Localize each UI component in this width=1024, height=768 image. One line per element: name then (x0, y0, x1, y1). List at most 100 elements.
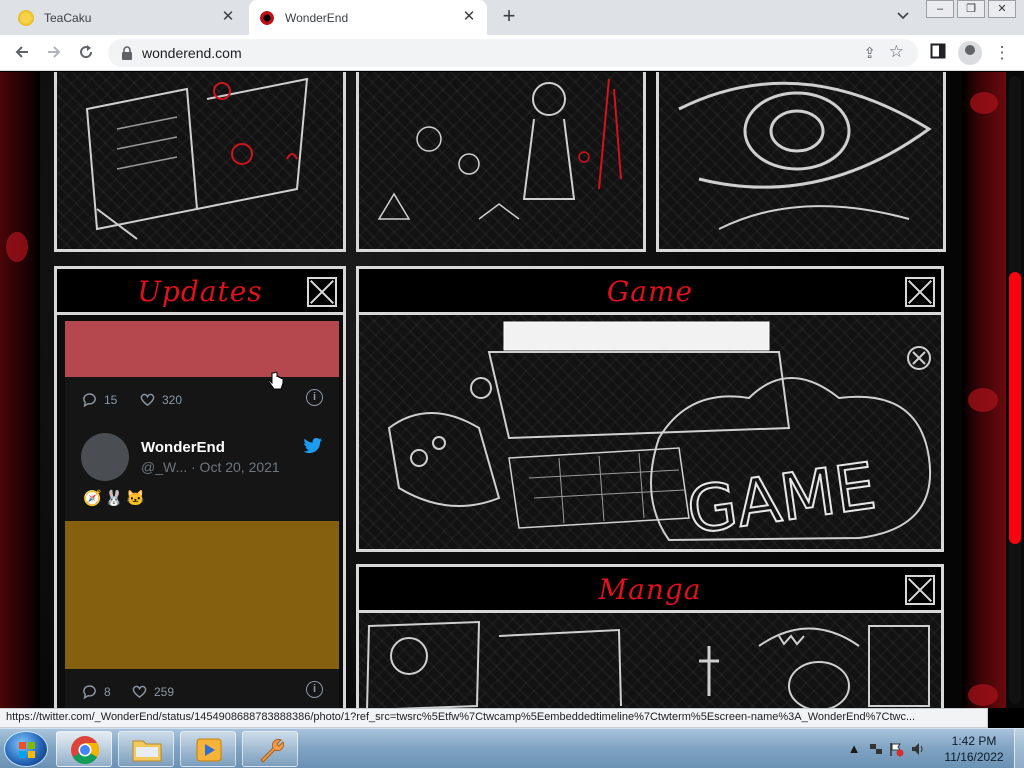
eye-sketch-panel[interactable] (656, 72, 946, 252)
close-box-icon[interactable] (307, 277, 337, 307)
twitter-bird-icon[interactable] (303, 437, 323, 455)
clock-time: 1:42 PM (951, 734, 997, 748)
game-panel[interactable]: Game GAME (356, 266, 944, 552)
tab-wonderend[interactable]: WonderEnd ✕ (249, 0, 487, 35)
manga-title: Manga (598, 573, 702, 606)
browser-toolbar: wonderend.com ⇪ ☆ ⋮ (0, 35, 1024, 71)
reload-icon[interactable] (76, 43, 96, 63)
characters-sketch (377, 78, 622, 220)
manga-sketch (366, 620, 930, 708)
updates-panel: Updates 15 320 i WonderEnd @_W... · Oct … (54, 266, 346, 708)
manga-panel[interactable]: Manga (356, 564, 944, 708)
tweet-date: · Oct 20, 2021 (191, 459, 280, 475)
close-box-icon[interactable] (905, 277, 935, 307)
bookmark-star-icon[interactable]: ☆ (889, 42, 904, 62)
teacaku-favicon-icon (18, 9, 34, 26)
open-book-sketch (85, 77, 309, 240)
tweet-actions: 15 320 i (65, 383, 339, 413)
red-rose-decoration (968, 684, 998, 706)
close-box-icon[interactable] (905, 575, 935, 605)
page-scrollbar[interactable] (1006, 72, 1024, 708)
side-panel-icon[interactable] (928, 43, 948, 63)
back-arrow-icon[interactable] (12, 43, 32, 63)
show-hidden-icons-chevron-icon[interactable]: ▲ (846, 741, 862, 757)
menu-kebab-icon[interactable]: ⋮ (992, 43, 1012, 63)
tweet-author-name[interactable]: WonderEnd (141, 439, 225, 456)
book-sketch-panel[interactable] (54, 72, 346, 252)
tweet-media[interactable] (65, 321, 339, 377)
avatar[interactable] (81, 433, 129, 481)
like-button[interactable]: 259 (131, 683, 174, 700)
tweet-handle: @_W... (141, 459, 188, 475)
game-title: Game (606, 275, 694, 308)
maximize-button[interactable]: ❐ (957, 0, 985, 18)
game-art-text: GAME (683, 450, 880, 550)
link-status-bar: https://twitter.com/_WonderEnd/status/14… (0, 708, 988, 728)
taskbar-media-player[interactable] (180, 731, 236, 767)
reply-bubble-icon (83, 393, 96, 408)
reply-bubble-icon (83, 685, 96, 700)
scroll-thumb[interactable] (1009, 272, 1021, 544)
minimize-button[interactable]: – (926, 0, 954, 18)
address-bar[interactable]: wonderend.com ⇪ ☆ (108, 39, 918, 67)
tab-strip: TeaCaku ✕ WonderEnd ✕ + – ❐ ✕ (0, 0, 1024, 35)
like-count: 320 (162, 392, 183, 407)
action-center-flag-icon[interactable] (888, 741, 904, 757)
network-icon[interactable] (868, 741, 884, 757)
tweet-actions: 8 259 i (65, 675, 339, 705)
close-window-button[interactable]: ✕ (988, 0, 1016, 18)
window-controls: – ❐ ✕ (923, 0, 1016, 18)
taskbar-explorer[interactable] (118, 731, 174, 767)
twitter-timeline[interactable]: 15 320 i WonderEnd @_W... · Oct 20, 2021 (65, 321, 339, 708)
system-clock[interactable]: 1:42 PM 11/16/2022 (934, 733, 1014, 765)
reply-button[interactable]: 8 (81, 683, 111, 700)
tab-title: WonderEnd (285, 10, 349, 25)
media-player-icon (196, 738, 222, 762)
close-tab-icon[interactable]: ✕ (220, 9, 236, 25)
heart-icon (140, 393, 155, 407)
start-button[interactable] (4, 731, 48, 767)
windows-logo-icon (19, 742, 35, 758)
info-icon[interactable]: i (306, 389, 323, 406)
heart-icon (132, 685, 147, 699)
wonderend-favicon-icon (259, 9, 275, 26)
folder-icon (132, 740, 162, 762)
game-sketch: GAME (387, 321, 932, 550)
info-icon[interactable]: i (306, 681, 323, 698)
characters-sketch-panel[interactable] (356, 72, 646, 252)
left-decoration (0, 72, 40, 708)
tab-title: TeaCaku (44, 10, 92, 25)
forward-arrow-icon[interactable] (44, 43, 64, 63)
hand-cursor-icon (268, 371, 284, 390)
close-tab-icon[interactable]: ✕ (461, 9, 477, 25)
manga-header: Manga (359, 567, 941, 613)
tweet-handle-date[interactable]: @_W... · Oct 20, 2021 (141, 459, 280, 475)
reply-button[interactable]: 15 (81, 391, 117, 408)
new-tab-button[interactable]: + (498, 5, 520, 28)
reply-count: 15 (104, 392, 118, 407)
like-button[interactable]: 320 (139, 391, 182, 408)
clock-date: 11/16/2022 (944, 750, 1004, 764)
taskbar-chrome[interactable] (56, 731, 112, 767)
like-count: 259 (154, 684, 175, 699)
lock-icon (122, 46, 132, 60)
windows-taskbar: ▲ 1:42 PM 11/16/2022 (0, 728, 1024, 768)
profile-avatar-icon[interactable] (958, 41, 982, 65)
taskbar-tool[interactable] (242, 731, 298, 767)
red-rose-decoration (970, 92, 998, 114)
show-desktop-button[interactable] (1014, 729, 1024, 768)
red-rose-decoration (6, 232, 28, 262)
tweet-text: 🧭🐰🐱 (83, 490, 149, 507)
system-tray: ▲ 1:42 PM 11/16/2022 (834, 729, 1024, 768)
share-icon[interactable]: ⇪ (863, 44, 876, 62)
volume-icon[interactable] (910, 741, 926, 757)
tab-teacaku[interactable]: TeaCaku ✕ (18, 0, 246, 35)
tweet-media[interactable] (65, 521, 339, 669)
updates-header: Updates (57, 269, 343, 315)
tab-search-chevron-icon[interactable] (896, 8, 914, 26)
red-rose-decoration (968, 388, 998, 412)
updates-title: Updates (137, 275, 263, 308)
chrome-icon (71, 736, 99, 764)
url-text: wonderend.com (142, 45, 242, 61)
reply-count: 8 (104, 684, 111, 699)
